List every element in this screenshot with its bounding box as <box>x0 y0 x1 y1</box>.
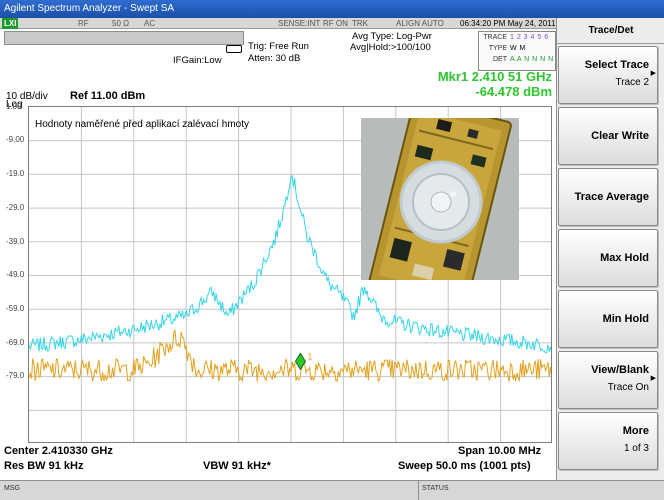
center-frequency: Center 2.410330 GHz <box>4 445 113 457</box>
reference-level: Ref 11.00 dBm <box>70 90 146 102</box>
marker-amplitude: -64.478 dBm <box>475 84 552 99</box>
softkey-label: Select Trace <box>584 59 649 71</box>
entry-field[interactable] <box>4 31 244 45</box>
submenu-arrow-icon: ▶ <box>650 375 656 382</box>
softkey-label: More <box>622 425 649 437</box>
msg-label: MSG <box>4 485 20 492</box>
rf-on-label: RF ON <box>323 19 348 28</box>
marker-1-diamond <box>294 352 307 371</box>
measurement-note: Hodnoty naměřené před aplikací zalévací … <box>35 119 250 130</box>
menu-title: Trace/Det <box>557 18 664 44</box>
ifgain-setting: IFGain:Low <box>173 55 222 66</box>
sweep-time: Sweep 50.0 ms (1001 pts) <box>398 460 531 472</box>
softkey-sublabel: Trace 2 <box>615 77 649 88</box>
avg-type: Avg Type: Log-Pwr <box>352 31 432 42</box>
ifgain-toggle-icon <box>226 45 242 53</box>
max-hold-softkey[interactable]: Max Hold <box>558 229 658 287</box>
device-photo <box>361 118 519 280</box>
trigger-setting: Trig: Free Run <box>248 41 309 52</box>
trace-status-box: TRACE 1 2 3 4 5 6 TYPE W M DET A A N N N… <box>478 31 556 71</box>
frequency-span: Span 10.00 MHz <box>458 445 542 457</box>
view-blank-softkey[interactable]: View/Blank Trace On ▶ <box>558 351 658 409</box>
message-bar: MSG STATUS <box>0 480 664 500</box>
det-row-value: A A N N N N <box>510 56 554 63</box>
softkey-label: Min Hold <box>602 313 649 325</box>
type-row-value: W M <box>510 45 526 52</box>
softkey-label: View/Blank <box>591 364 649 376</box>
submenu-arrow-icon: ▶ <box>650 70 656 77</box>
lxi-badge: LXI <box>2 18 19 29</box>
select-trace-softkey[interactable]: Select Trace Trace 2 ▶ <box>558 46 658 104</box>
softkey-label: Clear Write <box>591 130 649 142</box>
softkey-label: Max Hold <box>600 252 649 264</box>
attenuation-setting: Atten: 30 dB <box>248 53 301 64</box>
window-title: Agilent Spectrum Analyzer - Swept SA <box>0 0 664 18</box>
impedance-label: 50 Ω <box>112 19 130 28</box>
status-strip: LXI RF 50 Ω AC SENSE:INT RF ON TRK ALIGN… <box>0 18 556 29</box>
min-hold-softkey[interactable]: Min Hold <box>558 290 658 348</box>
type-row-label: TYPE <box>488 45 507 52</box>
trace-average-softkey[interactable]: Trace Average <box>558 168 658 226</box>
det-row-label: DET <box>493 56 507 63</box>
trk-label: TRK <box>352 19 368 28</box>
marker-frequency: Mkr1 2.410 51 GHz <box>437 69 552 84</box>
softkey-sublabel: Trace On <box>607 382 649 393</box>
softkey-panel: Trace/Det Select Trace Trace 2 ▶ Clear W… <box>556 18 664 480</box>
softkey-label: Trace Average <box>574 191 649 203</box>
datetime: 06:34:20 PM May 24, 2011 <box>460 19 556 28</box>
more-softkey[interactable]: More 1 of 3 <box>558 412 658 470</box>
marker-1-label: 1 <box>307 351 312 361</box>
rf-input-label: RF <box>78 19 89 28</box>
coupling-label: AC <box>144 19 156 28</box>
resolution-bandwidth: Res BW 91 kHz <box>4 460 84 472</box>
align-label: ALIGN AUTO <box>396 19 444 28</box>
avg-hold: Avg|Hold:>100/100 <box>350 42 431 53</box>
trace-row-label: TRACE <box>483 34 507 41</box>
trace-row-value: 1 2 3 4 5 6 <box>510 34 549 41</box>
softkey-sublabel: 1 of 3 <box>623 443 649 454</box>
msgbar-divider <box>418 481 419 500</box>
status-label: STATUS <box>422 485 449 492</box>
video-bandwidth: VBW 91 kHz* <box>203 460 271 472</box>
sense-label: SENSE:INT <box>278 19 321 28</box>
clear-write-softkey[interactable]: Clear Write <box>558 107 658 165</box>
spectrum-graticule: 1 Hodnoty naměřené před aplikací zalévac… <box>28 106 552 443</box>
